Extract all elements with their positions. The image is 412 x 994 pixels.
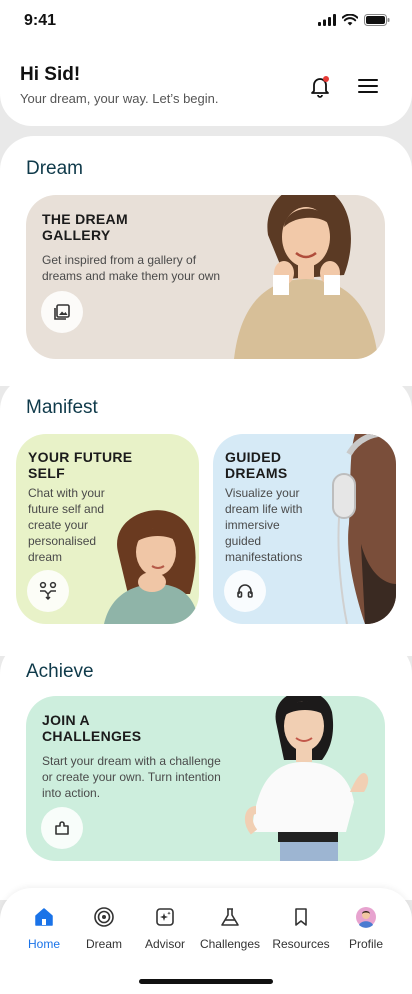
dream-gallery-card[interactable]: THE DREAM GALLERY Get inspired from a ga… (26, 195, 385, 359)
home-indicator (139, 979, 273, 984)
join-challenges-card[interactable]: JOIN A CHALLENGES Start your dream with … (26, 696, 385, 861)
hamburger-menu-icon[interactable] (357, 76, 379, 96)
join-challenges-icon-button[interactable] (41, 807, 83, 849)
header: Hi Sid! Your dream, your way. Let’s begi… (0, 44, 412, 126)
people-merge-icon (39, 581, 57, 601)
guided-dreams-title: GUIDED DREAMS (225, 449, 288, 481)
headphones-icon (237, 584, 253, 598)
signal-icon (318, 14, 336, 26)
join-challenges-description: Start your dream with a challenge or cre… (42, 754, 221, 800)
dream-gallery-icon-button[interactable] (41, 291, 83, 333)
dream-gallery-title: THE DREAM GALLERY (42, 211, 128, 243)
future-self-card[interactable]: YOUR FUTURE SELF Chat with your future s… (16, 434, 199, 624)
smiling-woman-illustration (234, 195, 378, 359)
sparkle-box-icon (156, 908, 174, 926)
notification-bell-icon[interactable] (308, 74, 332, 98)
flask-icon (221, 908, 239, 926)
nav-advisor-label: Advisor (144, 937, 185, 951)
man-with-headphones-illustration (332, 434, 396, 624)
bookmark-icon (295, 908, 307, 926)
dream-gallery-description: Get inspired from a gallery of dreams an… (42, 253, 221, 283)
future-self-icon-button[interactable] (27, 570, 69, 612)
nav-profile[interactable]: Profile (330, 906, 402, 951)
thumbs-up-woman-illustration (245, 696, 369, 861)
future-self-title: YOUR FUTURE SELF (28, 449, 133, 481)
section-title-dream: Dream (26, 158, 84, 179)
target-icon (94, 907, 114, 927)
wifi-icon (342, 14, 358, 26)
dream-section: Dream THE DREAM GALLERY Get inspired fro… (0, 136, 412, 386)
status-icons (318, 14, 390, 26)
greeting: Hi Sid! (20, 64, 81, 85)
avatar-icon (356, 907, 376, 928)
join-challenges-title: JOIN A CHALLENGES (42, 712, 142, 744)
achieve-section: Achieve JOIN A CHALLENGES Start your dre… (0, 640, 412, 900)
status-bar: 9:41 (0, 0, 412, 44)
gallery-icon (54, 304, 70, 320)
manifest-section: Manifest YOUR FUTURE SELF Chat with your… (0, 376, 412, 656)
nav-home-label: Home (27, 937, 60, 951)
battery-icon (364, 14, 390, 26)
subgreeting: Your dream, your way. Let’s begin. (20, 91, 219, 106)
thinking-woman-illustration (104, 510, 199, 624)
nav-profile-label: Profile (348, 937, 383, 951)
nav-challenges[interactable]: Challenges (194, 906, 266, 951)
guided-dreams-card[interactable]: GUIDED DREAMS Visualize your dream life … (213, 434, 396, 624)
nav-dream-label: Dream (85, 937, 122, 951)
home-icon (35, 908, 53, 926)
section-title-manifest: Manifest (26, 397, 98, 418)
section-title-achieve: Achieve (26, 661, 94, 682)
nav-advisor[interactable]: Advisor (129, 906, 201, 951)
nav-challenges-label: Challenges (199, 937, 261, 951)
puzzle-icon (55, 821, 69, 835)
nav-resources-label: Resources (272, 937, 330, 951)
guided-dreams-icon-button[interactable] (224, 570, 266, 612)
nav-resources[interactable]: Resources (265, 906, 337, 951)
status-time: 9:41 (24, 12, 57, 29)
guided-dreams-description: Visualize your dream life with immersive… (225, 486, 303, 564)
